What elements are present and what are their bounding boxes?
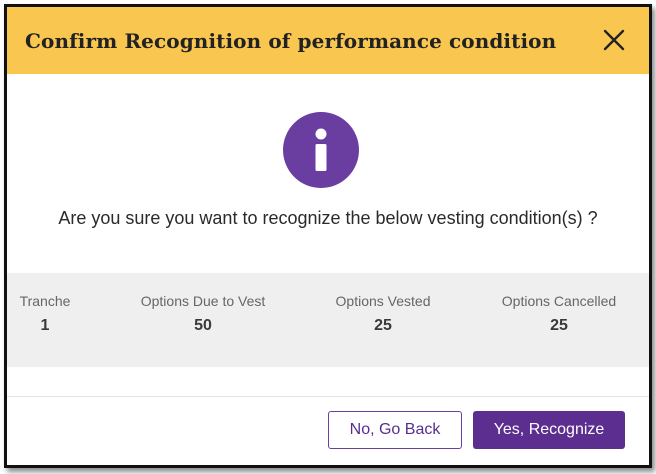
confirmation-question: Are you sure you want to recognize the b… bbox=[58, 208, 598, 228]
confirm-dialog: Confirm Recognition of performance condi… bbox=[4, 4, 652, 468]
column-options-vested: Options Vested 25 bbox=[336, 293, 431, 335]
column-header: Tranche bbox=[19, 293, 71, 309]
column-value: 1 bbox=[40, 317, 50, 334]
column-header: Options Vested bbox=[335, 293, 431, 309]
column-options-due: Options Due to Vest 50 bbox=[141, 293, 266, 335]
go-back-button[interactable]: No, Go Back bbox=[328, 411, 462, 449]
info-icon bbox=[283, 112, 359, 188]
column-value: 25 bbox=[374, 317, 392, 334]
column-header: Options Due to Vest bbox=[140, 293, 266, 309]
dialog-title: Confirm Recognition of performance condi… bbox=[25, 28, 557, 53]
dialog-header: Confirm Recognition of performance condi… bbox=[7, 7, 649, 74]
column-header: Options Cancelled bbox=[501, 293, 617, 309]
recognize-button[interactable]: Yes, Recognize bbox=[473, 411, 625, 449]
column-options-cancelled: Options Cancelled 25 bbox=[502, 293, 616, 335]
column-value: 50 bbox=[194, 317, 212, 334]
footer-divider bbox=[7, 396, 649, 397]
close-icon[interactable] bbox=[599, 25, 629, 55]
vesting-summary: Tranche 1 Options Due to Vest 50 Options… bbox=[7, 273, 649, 367]
column-tranche: Tranche 1 bbox=[20, 293, 71, 335]
column-value: 25 bbox=[550, 317, 568, 334]
